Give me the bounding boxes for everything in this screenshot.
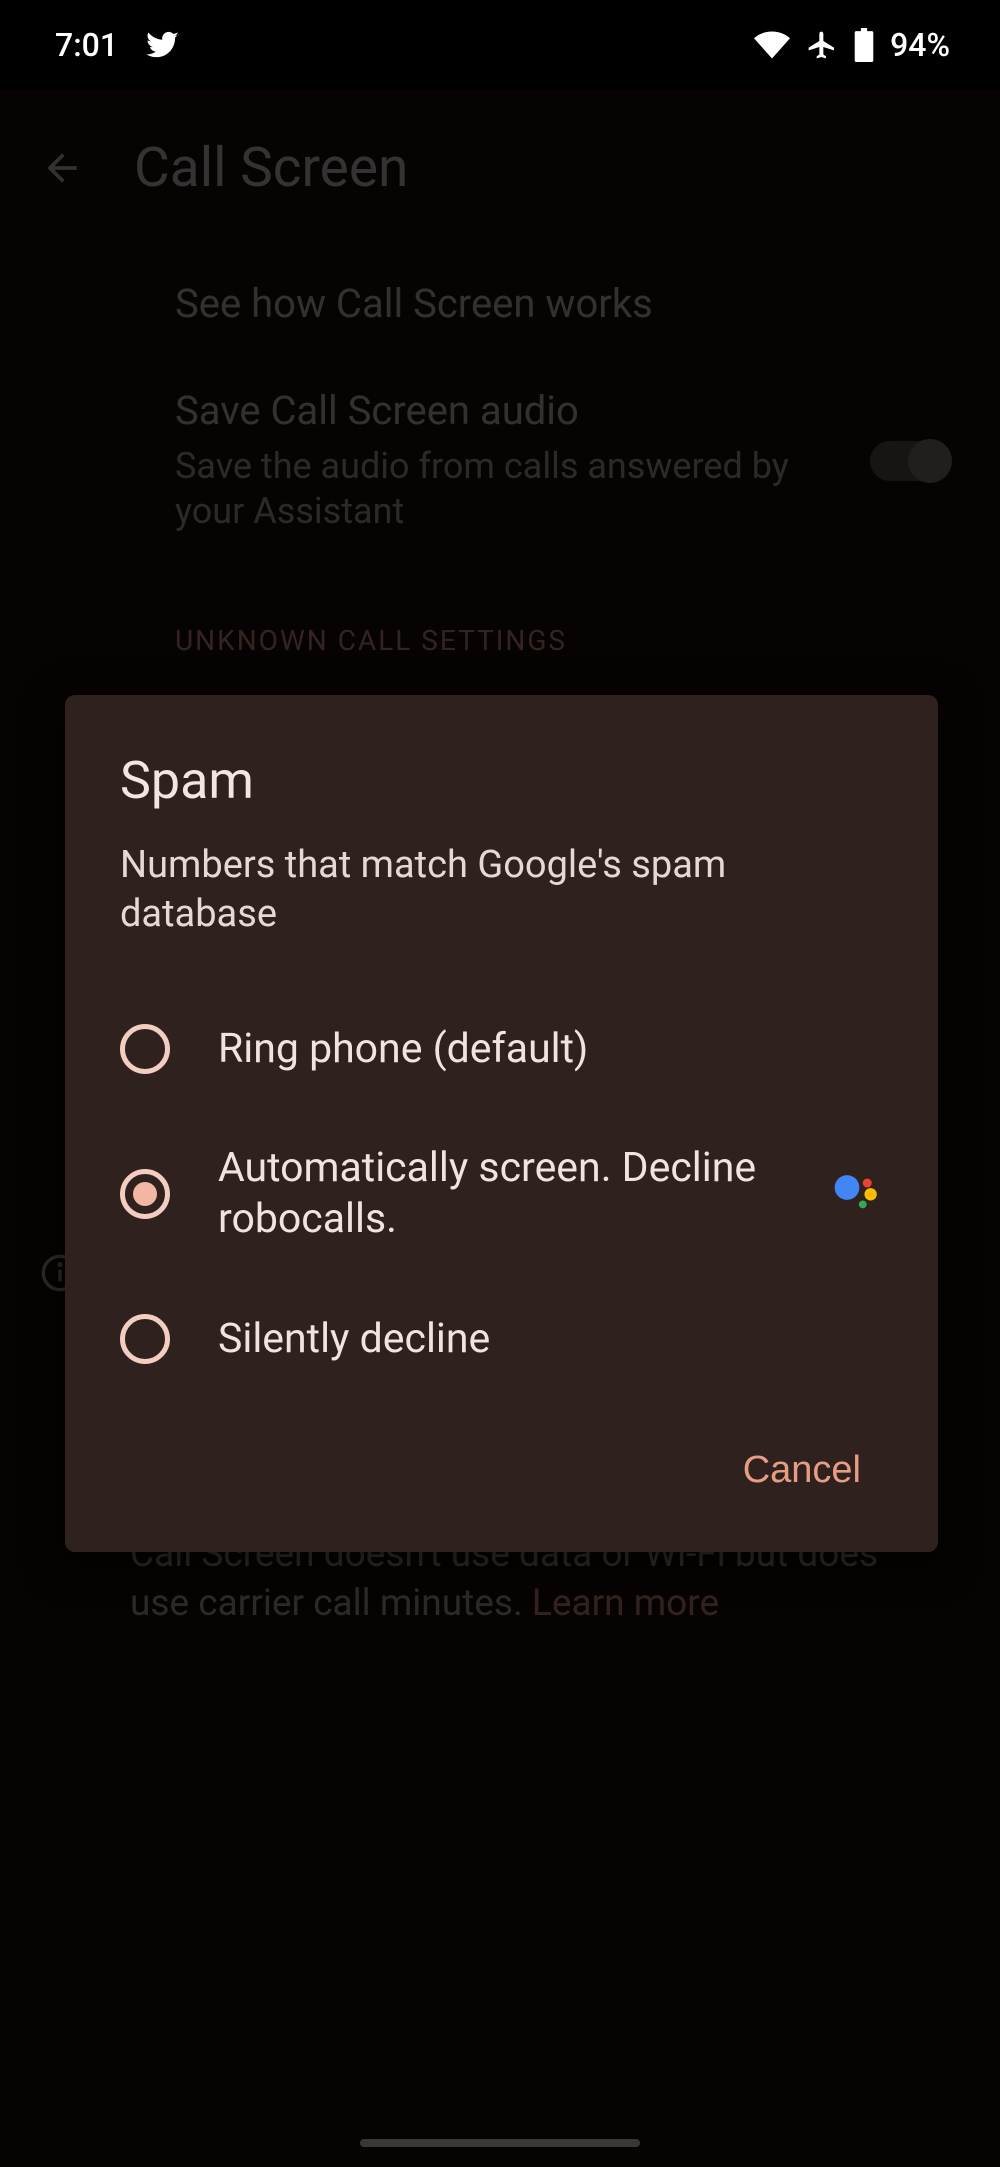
radio-icon <box>120 1024 170 1074</box>
spam-dialog: Spam Numbers that match Google's spam da… <box>65 695 938 1552</box>
google-assistant-icon <box>829 1165 883 1223</box>
status-right: 94% <box>754 26 950 64</box>
dialog-title: Spam <box>120 750 883 811</box>
twitter-icon <box>146 28 180 62</box>
radio-label: Silently decline <box>218 1314 883 1365</box>
airplane-icon <box>806 29 838 61</box>
cancel-button[interactable]: Cancel <box>731 1439 873 1502</box>
dialog-subtitle: Numbers that match Google's spam databas… <box>120 841 883 940</box>
radio-icon-selected <box>120 1169 170 1219</box>
battery-icon <box>854 28 874 62</box>
status-bar: 7:01 94% <box>0 0 1000 90</box>
status-time: 7:01 <box>55 26 118 64</box>
radio-option-silently-decline[interactable]: Silently decline <box>120 1280 883 1399</box>
radio-label: Automatically screen. Decline robocalls. <box>218 1143 781 1246</box>
wifi-icon <box>754 31 790 59</box>
status-left: 7:01 <box>55 26 180 64</box>
battery-percent: 94% <box>890 26 950 64</box>
radio-option-auto-screen[interactable]: Automatically screen. Decline robocalls. <box>120 1109 883 1280</box>
radio-icon <box>120 1314 170 1364</box>
radio-option-ring-phone[interactable]: Ring phone (default) <box>120 990 883 1109</box>
radio-label: Ring phone (default) <box>218 1024 883 1075</box>
